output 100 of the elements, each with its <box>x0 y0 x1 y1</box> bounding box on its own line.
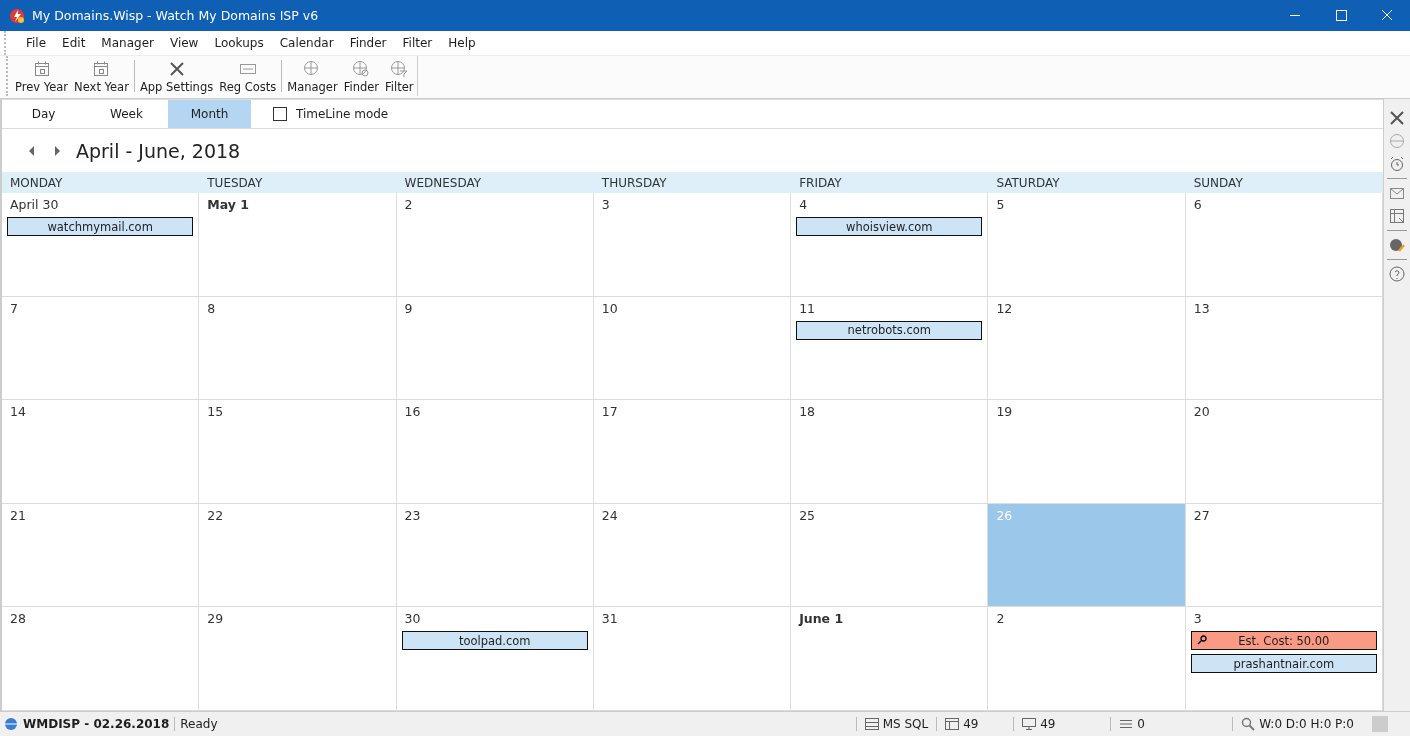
weekday-header: TUESDAY <box>206 175 264 190</box>
next-arrow-icon[interactable] <box>53 145 61 156</box>
key-icon <box>1196 635 1207 646</box>
menu-item[interactable]: Manager <box>93 36 162 50</box>
day-cell[interactable]: 23 <box>396 503 594 608</box>
help-icon[interactable] <box>1388 265 1406 283</box>
window-count: 49 <box>963 717 979 731</box>
domain-event[interactable]: toolpad.com <box>401 631 588 651</box>
day-cell[interactable]: 29 <box>199 607 397 711</box>
day-number: 22 <box>206 507 225 524</box>
previous-arrow-icon[interactable] <box>28 145 36 156</box>
day-cell[interactable]: 7 <box>2 296 200 401</box>
calendar-title: April - June, 2018 <box>76 139 241 162</box>
day-cell[interactable]: 14 <box>2 400 200 504</box>
day-cell[interactable]: 12 <box>988 296 1186 401</box>
checkbox[interactable] <box>273 107 287 121</box>
day-number: April 30 <box>9 197 60 213</box>
domain-event[interactable]: netrobots.com <box>796 320 983 340</box>
day-number: 3 <box>600 197 611 213</box>
day-cell[interactable]: 11 netrobots.com <box>791 296 989 401</box>
toolbar-button[interactable]: Finder <box>340 58 383 94</box>
day-number: 2 <box>403 197 414 213</box>
day-number: 2 <box>995 611 1006 628</box>
search-icon <box>1241 717 1256 731</box>
toolbar-button[interactable]: App Settings <box>136 58 217 94</box>
day-cell[interactable]: 16 <box>396 400 594 504</box>
toolbar-button[interactable]: Prev Year <box>12 58 72 94</box>
day-cell[interactable]: 2 <box>988 607 1186 711</box>
view-tab[interactable]: Week <box>85 100 168 128</box>
menu-item[interactable]: Finder <box>341 36 395 50</box>
domain-event[interactable]: watchmymail.com <box>7 217 194 236</box>
day-number: 23 <box>403 507 422 524</box>
day-cell[interactable]: June 1 <box>791 607 989 711</box>
day-cell[interactable]: 3 Est. Cost: 50.00 prashantnair.com <box>1185 607 1383 711</box>
palette-icon[interactable] <box>1388 236 1406 254</box>
day-number: 10 <box>600 300 619 317</box>
weekday-header: SUNDAY <box>1192 175 1244 190</box>
day-cell[interactable]: 30 toolpad.com <box>396 607 594 711</box>
weekday-header: SATURDAY <box>995 175 1061 190</box>
weekday-header: MONDAY <box>9 175 64 190</box>
day-number: 27 <box>1192 507 1211 524</box>
day-cell[interactable]: 22 <box>199 503 397 608</box>
day-cell[interactable]: 21 <box>2 503 200 608</box>
toolbar-button[interactable]: Manager <box>284 58 341 94</box>
day-cell[interactable]: 15 <box>199 400 397 504</box>
status-text: Ready <box>174 717 856 731</box>
day-cell[interactable]: 18 <box>791 400 989 504</box>
menu-item[interactable]: View <box>161 36 207 50</box>
day-cell[interactable]: 24 <box>593 503 792 608</box>
table-search-icon[interactable] <box>1388 207 1406 225</box>
weekday-header: FRIDAY <box>798 175 843 190</box>
day-cell[interactable]: 17 <box>593 400 792 504</box>
view-tab[interactable]: Day <box>2 100 85 128</box>
day-number: 14 <box>9 404 27 421</box>
day-number: 11 <box>798 300 817 317</box>
day-cell[interactable]: 3 <box>593 193 792 297</box>
day-number: 13 <box>1192 300 1211 317</box>
computer-count: 49 <box>1040 717 1056 731</box>
globe-search-icon <box>351 58 372 79</box>
menu-item[interactable]: Filter <box>394 36 441 50</box>
day-cell[interactable]: May 1 <box>199 193 397 297</box>
checkbox-label: TimeLine mode <box>296 107 389 121</box>
day-number: 31 <box>600 611 619 628</box>
domain-event[interactable]: whoisview.com <box>796 217 983 236</box>
resize-grip[interactable] <box>1372 716 1388 732</box>
menu-item[interactable]: Lookups <box>206 36 272 50</box>
day-cell[interactable]: 28 <box>2 607 200 711</box>
day-cell[interactable]: 10 <box>593 296 792 401</box>
day-cell[interactable]: 5 <box>988 193 1186 297</box>
view-tab[interactable]: Month <box>168 100 251 128</box>
day-cell[interactable]: 9 <box>396 296 594 401</box>
day-cell[interactable]: 4 whoisview.com <box>791 193 989 297</box>
day-cell[interactable]: April 30 watchmymail.com <box>2 193 200 297</box>
toolbar-button[interactable]: Filter <box>382 58 417 94</box>
event-text: Est. Cost: 50.00 <box>1238 633 1330 648</box>
weekday-header: WEDNESDAY <box>403 175 483 190</box>
menu-item[interactable]: File <box>18 36 55 50</box>
toolbar-button[interactable]: Reg Costs <box>216 58 280 94</box>
day-cell[interactable]: 19 <box>988 400 1186 504</box>
day-number: 9 <box>403 300 414 317</box>
toolbar-button[interactable]: Next Year <box>71 58 132 94</box>
list-count: 0 <box>1137 717 1145 731</box>
menu-item[interactable]: Calendar <box>271 36 342 50</box>
day-cell[interactable]: 31 <box>593 607 792 711</box>
domain-event[interactable]: prashantnair.com <box>1190 654 1377 674</box>
day-number: 17 <box>600 404 619 421</box>
menu-item[interactable]: Help <box>440 36 484 50</box>
day-number: June 1 <box>797 611 845 628</box>
menu-item[interactable]: Edit <box>54 36 94 50</box>
day-number: 12 <box>995 300 1014 317</box>
day-number: 15 <box>206 404 225 421</box>
day-number: 20 <box>1192 404 1211 421</box>
day-number: 25 <box>798 507 817 524</box>
day-cell[interactable]: 2 <box>396 193 594 297</box>
alarm-clock-icon[interactable] <box>1388 155 1406 173</box>
app-logo-icon <box>9 7 25 24</box>
globe-filter-icon <box>389 58 410 79</box>
day-cell[interactable]: 8 <box>199 296 397 401</box>
cost-event[interactable]: Est. Cost: 50.00 <box>1190 631 1377 651</box>
day-number: 26 <box>995 507 1014 524</box>
